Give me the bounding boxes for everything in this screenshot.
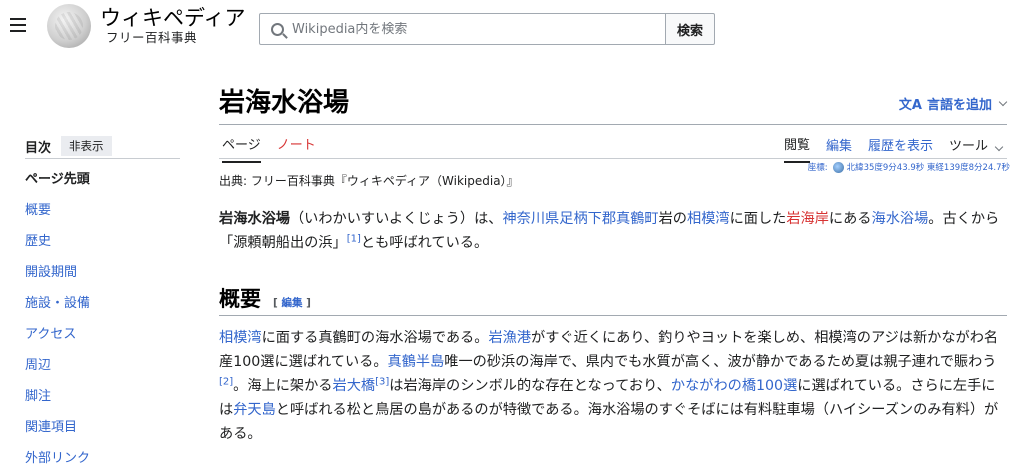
section-edit-link[interactable]: [ 編集 ] <box>273 295 311 310</box>
add-language-label: 言語を追加 <box>926 98 992 113</box>
overview-text: 唯一の砂浜の海岸で、県内でも水質が高く、波が静かであるため夏は親子連れで賑わう <box>444 354 997 370</box>
wikipedia-globe-logo[interactable] <box>47 4 91 48</box>
section-heading-overview: 概要 [ 編集 ] <box>219 283 311 313</box>
toc-item-overview[interactable]: 概要 <box>25 201 90 232</box>
toc-divider <box>25 158 180 159</box>
toc-item-access[interactable]: アクセス <box>25 325 90 356</box>
reference-1[interactable]: [1] <box>347 233 361 244</box>
intro-subject: 岩海水浴場 <box>219 211 290 227</box>
tabs-divider <box>219 158 1007 159</box>
link-sagami-bay[interactable]: 相模湾 <box>687 211 730 227</box>
toc-list: ページ先頭 概要 歴史 開設期間 施設・設備 アクセス 周辺 脚注 関連項目 外… <box>25 170 90 469</box>
link-kanagawa[interactable]: 神奈川県 <box>502 211 559 227</box>
link-iwa-coast[interactable]: 岩海岸 <box>786 211 829 227</box>
toc-item-related[interactable]: 関連項目 <box>25 418 90 449</box>
link-sagami-bay-2[interactable]: 相模湾 <box>219 330 262 346</box>
coordinates[interactable]: 座標: 北緯35度9分43.9秒 東経139度8分24.7秒 <box>808 161 1010 173</box>
link-manazuru[interactable]: 真鶴町 <box>616 211 659 227</box>
tab-tools-label: ツール <box>948 139 988 154</box>
toc-item-notes[interactable]: 脚注 <box>25 387 90 418</box>
coordinates-value[interactable]: 北緯35度9分43.9秒 東経139度8分24.7秒 <box>847 161 1010 173</box>
chevron-down-icon <box>994 142 1004 152</box>
title-divider <box>219 124 1007 125</box>
search-box[interactable] <box>259 13 666 45</box>
chevron-down-icon <box>998 97 1008 106</box>
overview-text: と呼ばれる松と鳥居の島があるのが特徴である。海水浴場のすぐそばには有料駐車場（ハ… <box>219 402 999 442</box>
reference-2[interactable]: [2] <box>219 376 233 387</box>
search-button[interactable]: 検索 <box>665 13 715 45</box>
toc-item-top[interactable]: ページ先頭 <box>25 170 90 201</box>
link-manazuru-peninsula[interactable]: 真鶴半島 <box>388 354 445 370</box>
source-line: 出典: フリー百科事典『ウィキペディア（Wikipedia）』 <box>219 174 519 188</box>
toc-item-surroundings[interactable]: 周辺 <box>25 356 90 387</box>
section-edit-label: 編集 <box>281 297 303 309</box>
toc-hide-button[interactable]: 非表示 <box>61 136 112 156</box>
toc-title: 目次 <box>25 140 52 156</box>
link-beach[interactable]: 海水浴場 <box>872 211 929 227</box>
main-menu-button[interactable] <box>10 18 26 32</box>
overview-text: に面する真鶴町の海水浴場である。 <box>261 330 489 346</box>
page-title: 岩海水浴場 <box>219 88 350 118</box>
wordmark-main: ウィキペディア <box>100 6 246 30</box>
toc-item-history[interactable]: 歴史 <box>25 232 90 263</box>
overview-text: 。海上に架かる <box>233 378 333 394</box>
section-divider <box>219 315 1007 316</box>
translate-icon: 文A <box>898 98 922 113</box>
link-iwa-port[interactable]: 岩漁港 <box>488 330 531 346</box>
intro-text: に面した <box>729 211 787 227</box>
intro-paragraph: 岩海水浴場（いわかいすいよくじょう）は、神奈川県足柄下郡真鶴町岩の相模湾に面した… <box>219 207 1009 255</box>
overview-paragraph: 相模湾に面する真鶴町の海水浴場である。岩漁港がすぐ近くにあり、釣りやヨットを楽し… <box>219 326 1009 446</box>
link-kanagawa-bridges[interactable]: かながわの橋100選 <box>671 378 797 394</box>
wikipedia-wordmark[interactable]: ウィキペディア フリー百科事典 <box>100 6 246 46</box>
intro-text: の <box>672 211 687 227</box>
link-benten-island[interactable]: 弁天島 <box>233 402 276 418</box>
coordinates-label: 座標: <box>807 163 828 173</box>
toc-item-external-links[interactable]: 外部リンク <box>25 449 90 469</box>
search-icon <box>271 22 284 36</box>
intro-text: 岩 <box>658 211 673 227</box>
reference-3[interactable]: [3] <box>375 376 389 387</box>
intro-text: にある <box>828 211 872 227</box>
toc-item-facilities[interactable]: 施設・設備 <box>25 294 90 325</box>
add-language-button[interactable]: 文A 言語を追加 <box>898 94 1008 113</box>
toc-header: 目次 非表示 <box>25 136 112 156</box>
intro-text: とも呼ばれている。 <box>360 235 489 251</box>
section-title: 概要 <box>219 286 261 311</box>
globe-icon <box>832 161 844 173</box>
overview-text: は岩海岸のシンボル的な存在となっており、 <box>389 378 671 394</box>
link-iwa-bridge[interactable]: 岩大橋 <box>333 378 376 394</box>
wordmark-sub: フリー百科事典 <box>106 30 198 45</box>
link-ashigarashimo[interactable]: 足柄下郡 <box>559 211 616 227</box>
intro-text: （いわかいすいよくじょう）は、 <box>289 211 503 227</box>
search-input[interactable] <box>292 21 652 37</box>
toc-item-season[interactable]: 開設期間 <box>25 263 90 294</box>
